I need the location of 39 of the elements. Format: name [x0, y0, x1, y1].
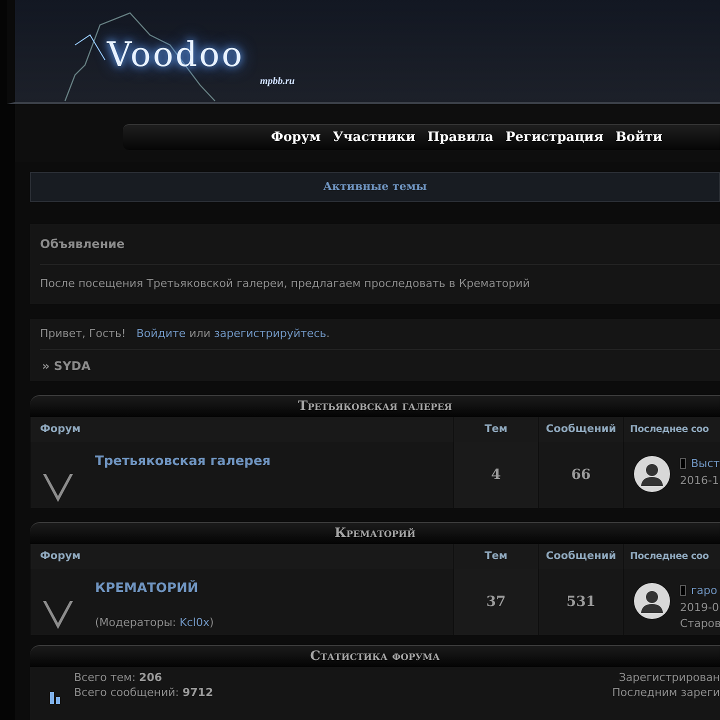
- category-title: Третьяковская галерея: [30, 395, 720, 417]
- register-link[interactable]: зарегистрируйтесь: [214, 326, 326, 340]
- last-post-info: Старов: [680, 616, 720, 632]
- stats-line: Зарегистрирован: [618, 670, 720, 685]
- post-icon: [680, 458, 686, 470]
- topic-count: 37: [486, 592, 506, 612]
- forum-title-link[interactable]: Третьяковская галерея: [95, 454, 271, 469]
- announcement-text: После посещения Третьяковской галереи, предлагаем проследовать в Крематорий: [40, 276, 531, 292]
- forum-title-link[interactable]: КРЕМАТОРИЙ: [95, 581, 198, 596]
- last-post-link[interactable]: Выст: [691, 457, 720, 470]
- logo-text[interactable]: Voodoo: [107, 38, 244, 72]
- moderator-link[interactable]: Kcl0x: [180, 616, 210, 628]
- post-count: 66: [571, 466, 591, 484]
- login-link[interactable]: Войдите: [136, 326, 186, 340]
- category-title: Крематорий: [30, 522, 720, 544]
- nav-link[interactable]: Войти: [615, 128, 662, 148]
- topic-count: 4: [491, 466, 501, 484]
- stats-title: Статистика форума: [30, 645, 720, 667]
- logo-subtitle: mpbb.ru: [260, 75, 295, 89]
- last-post-link[interactable]: гаро: [691, 584, 718, 597]
- stats-line: Всего тем: 206: [74, 670, 164, 685]
- post-icon: [680, 585, 686, 596]
- moderators-text: (Модераторы: Kcl0x): [95, 614, 214, 630]
- nav-link[interactable]: Участники: [332, 128, 416, 148]
- welcome-text: Привет, Гость! Войдите или зарегистрируйтесь.: [40, 318, 720, 350]
- nav-link[interactable]: Регистрация: [505, 128, 604, 148]
- last-post-info: 2016-1: [680, 472, 720, 488]
- stats-line: Всего сообщений: 9712: [74, 685, 214, 700]
- bar-chart-icon: [50, 692, 60, 704]
- nav-link[interactable]: Форум: [271, 128, 321, 148]
- stats-line: Последним зареги: [612, 685, 720, 700]
- announcement-title: Объявление: [40, 224, 720, 265]
- active-topics-link[interactable]: Активные темы: [323, 178, 427, 196]
- post-count: 531: [566, 592, 596, 612]
- avatar-icon: [634, 456, 670, 492]
- avatar-icon: [634, 583, 670, 619]
- last-post-info: 2019-0: [680, 600, 720, 616]
- breadcrumb[interactable]: » SYDA: [40, 350, 720, 381]
- nav-link[interactable]: Правила: [427, 128, 494, 148]
